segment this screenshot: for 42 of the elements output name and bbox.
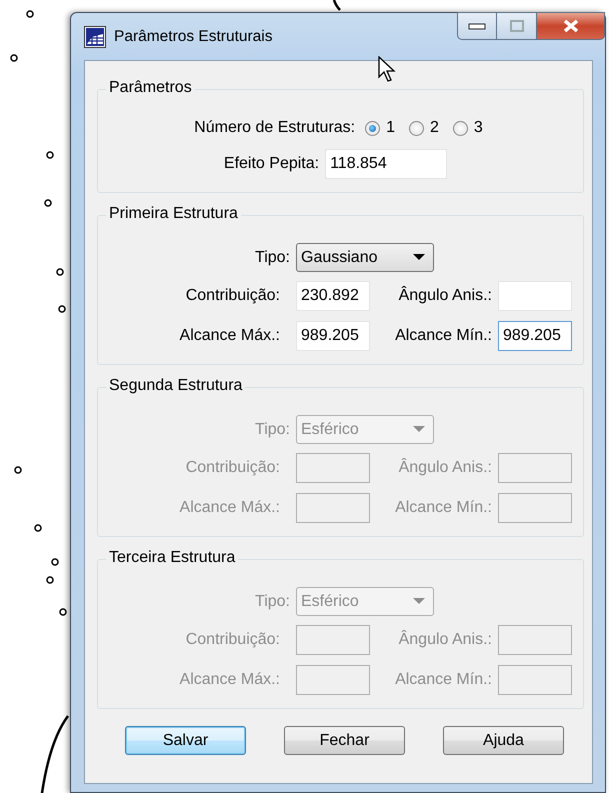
field-label: Ângulo Anis.: [398, 631, 492, 649]
dialog-button[interactable]: Fechar [284, 726, 405, 755]
minimize-button[interactable] [457, 12, 497, 40]
dialog-button[interactable]: Salvar [125, 726, 246, 755]
number-field[interactable]: 989.205 [296, 321, 370, 351]
field-label: Ângulo Anis.: [398, 459, 492, 477]
field-label: Contribuição: [184, 631, 281, 649]
dropdown-arrow-icon [413, 254, 425, 261]
group-title: Segunda Estrutura [106, 377, 246, 395]
dropdown-arrow-icon [413, 426, 425, 433]
field-label: Alcance Máx.: [178, 671, 281, 689]
dropdown-arrow-icon [413, 598, 425, 605]
window-title: Parâmetros Estruturais [114, 28, 272, 46]
maximize-icon [510, 20, 524, 32]
field-label: Alcance Mín.: [394, 327, 492, 345]
field-label: Tipo: [254, 248, 290, 266]
number-field[interactable]: 230.892 [296, 281, 370, 311]
field-label: Tipo: [254, 420, 290, 438]
field-label: Alcance Mín.: [394, 671, 492, 689]
close-button[interactable] [537, 12, 605, 40]
field-label: Tipo: [254, 592, 290, 610]
minimize-icon [468, 22, 486, 30]
maximize-button[interactable] [497, 12, 537, 40]
field-label: Ângulo Anis.: [398, 287, 492, 305]
radio-button[interactable]: 2 [405, 119, 443, 137]
field-label: Contribuição: [184, 287, 281, 305]
field-label: Alcance Mín.: [394, 499, 492, 517]
field-label: Alcance Máx.: [178, 499, 281, 517]
app-icon [84, 26, 106, 48]
field-label: Efeito Pepita: [224, 155, 320, 173]
type-dropdown[interactable]: Gaussiano [296, 243, 434, 272]
curve-line [332, 0, 341, 11]
number-field[interactable]: 989.205 [498, 321, 572, 351]
field-label: Alcance Máx.: [178, 327, 281, 345]
field-label: Contribuição: [184, 459, 281, 477]
nugget-field[interactable]: 118.854 [325, 149, 448, 179]
field-label: Número de Estruturas: [194, 119, 356, 137]
radio-button[interactable]: 3 [448, 119, 487, 137]
dialog-button[interactable]: Ajuda [443, 726, 564, 755]
cursor-icon [378, 56, 396, 83]
radio-button[interactable]: 1 [361, 119, 400, 137]
close-icon [562, 18, 580, 34]
